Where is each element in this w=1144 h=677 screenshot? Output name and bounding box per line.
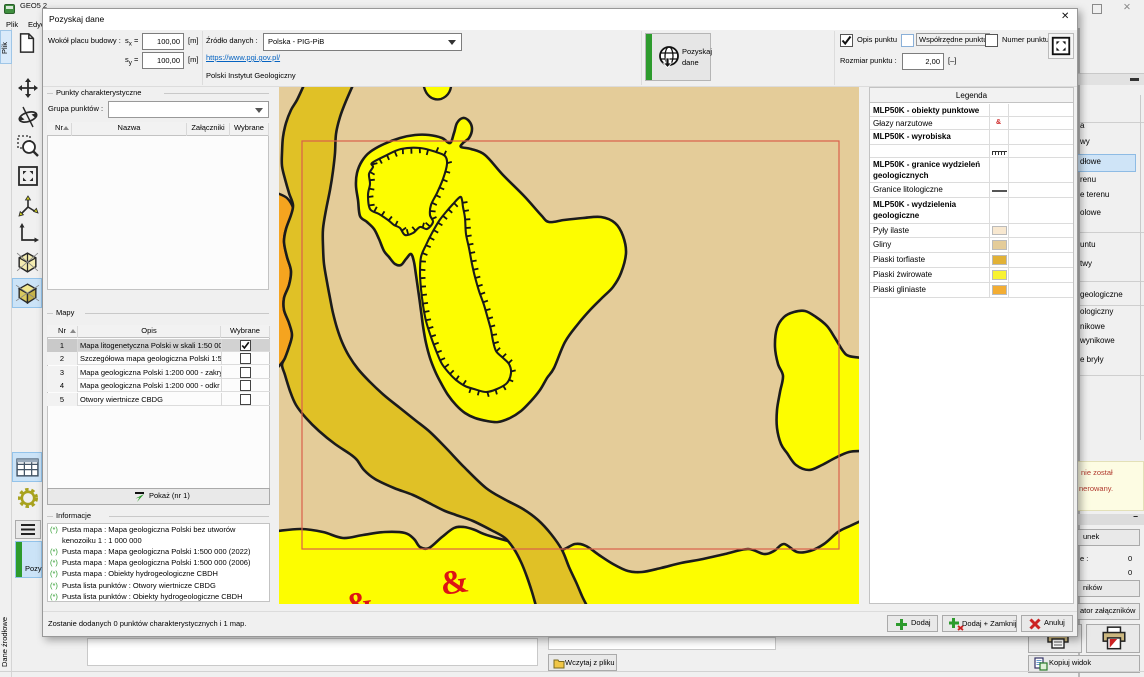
svg-text:&: & [438, 562, 471, 603]
svg-text:&: & [343, 584, 376, 604]
